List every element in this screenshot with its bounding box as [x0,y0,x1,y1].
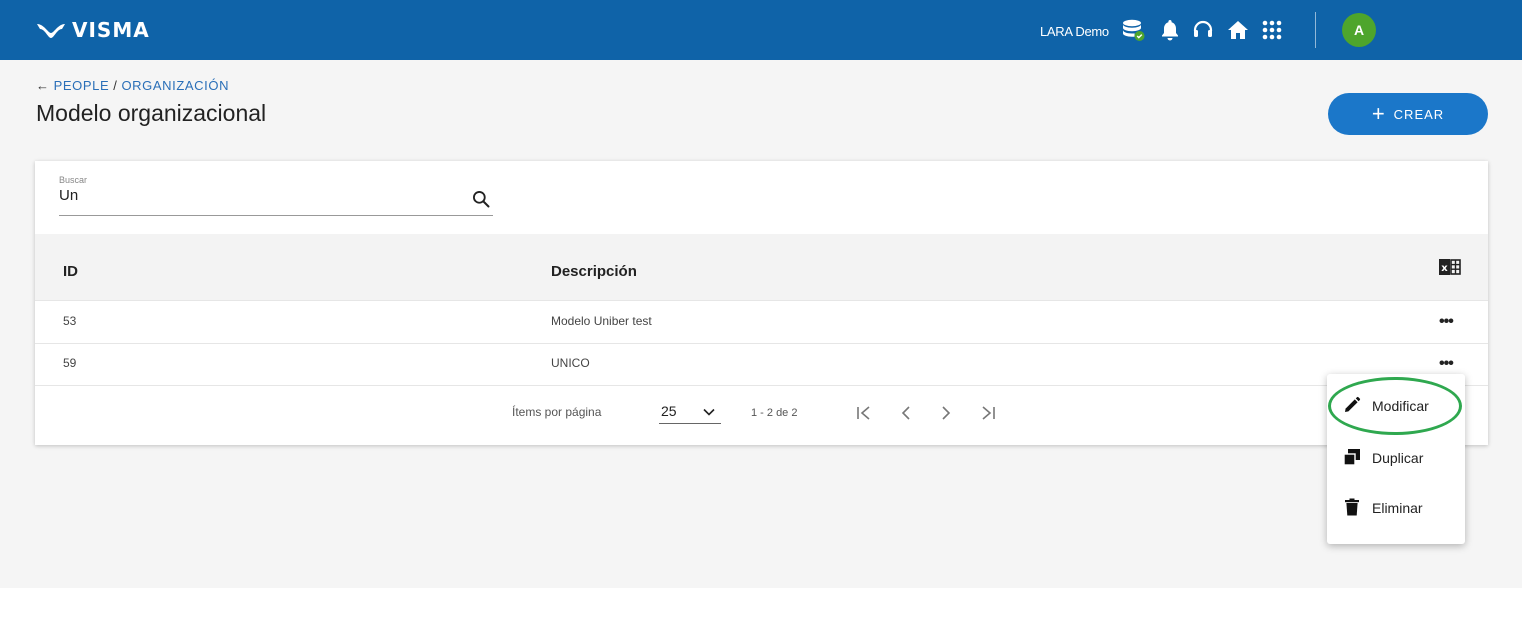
avatar[interactable]: A [1342,13,1376,47]
search-icon[interactable] [471,189,491,209]
svg-text:x: x [1441,263,1448,274]
excel-icon[interactable]: x [1439,258,1461,276]
breadcrumb-item-people[interactable]: PEOPLE [54,78,110,93]
company-name[interactable]: LARA Demo [1040,24,1109,39]
previous-page-icon[interactable] [895,402,917,424]
table-header [35,234,1488,300]
home-icon[interactable] [1226,18,1250,42]
first-page-icon[interactable] [853,402,875,424]
database-check-icon[interactable] [1121,18,1145,42]
results-card: Buscar ID Descripción x 53 Modelo Uniber… [35,161,1488,445]
page-range: 1 - 2 de 2 [751,407,798,419]
create-button[interactable]: + CREAR [1328,93,1488,135]
menu-item-label: Duplicar [1372,450,1424,466]
chevron-down-icon [703,408,715,416]
create-button-label: CREAR [1393,106,1445,122]
apps-grid-icon[interactable] [1260,18,1284,42]
bell-icon[interactable] [1158,18,1182,42]
cell-description: Modelo Uniber test [551,314,652,328]
page-size-value: 25 [661,403,677,419]
app-frame: VISMA LARA Demo A ← PEOPLE / ORGANIZACIÓ… [0,0,1522,588]
plus-icon: + [1371,101,1386,126]
next-page-icon[interactable] [935,402,957,424]
trash-icon [1345,498,1359,516]
table-row[interactable]: 53 Modelo Uniber test ••• [35,300,1488,344]
top-bar: VISMA LARA Demo A [0,0,1522,60]
search-field: Buscar [59,175,493,216]
search-underline [59,215,493,216]
cell-description: UNICO [551,356,590,370]
paginator: Ítems por página 25 1 - 2 de 2 [35,387,1488,445]
search-label: Buscar [59,175,88,185]
row-more-icon[interactable]: ••• [1439,355,1454,373]
headset-icon[interactable] [1191,18,1215,42]
breadcrumb: ← PEOPLE / ORGANIZACIÓN [36,78,229,93]
arrow-left-icon[interactable]: ← [36,78,50,93]
page-title: Modelo organizacional [36,100,267,126]
breadcrumb-separator: / [113,78,118,93]
row-more-icon[interactable]: ••• [1439,313,1454,331]
page-size-select[interactable]: 25 [659,401,721,424]
cell-id: 53 [63,314,77,328]
cell-id: 59 [63,356,77,370]
last-page-icon[interactable] [977,402,999,424]
menu-item-label: Eliminar [1372,500,1423,516]
column-header-id[interactable]: ID [63,263,78,280]
topbar-divider [1315,12,1316,48]
highlight-annotation [1328,377,1462,435]
items-per-page-label: Ítems por página [512,405,602,419]
table-row[interactable]: 59 UNICO ••• [35,343,1488,386]
duplicate-icon [1343,449,1360,466]
menu-item-eliminar[interactable]: Eliminar [1327,484,1465,534]
menu-item-duplicar[interactable]: Duplicar [1327,434,1465,484]
breadcrumb-item-organizacion[interactable]: ORGANIZACIÓN [121,78,229,93]
column-header-description[interactable]: Descripción [551,263,637,280]
visma-logo[interactable]: VISMA [36,12,150,48]
brand-name: VISMA [72,18,150,42]
visma-logo-icon [37,24,65,38]
search-input[interactable] [59,185,459,204]
